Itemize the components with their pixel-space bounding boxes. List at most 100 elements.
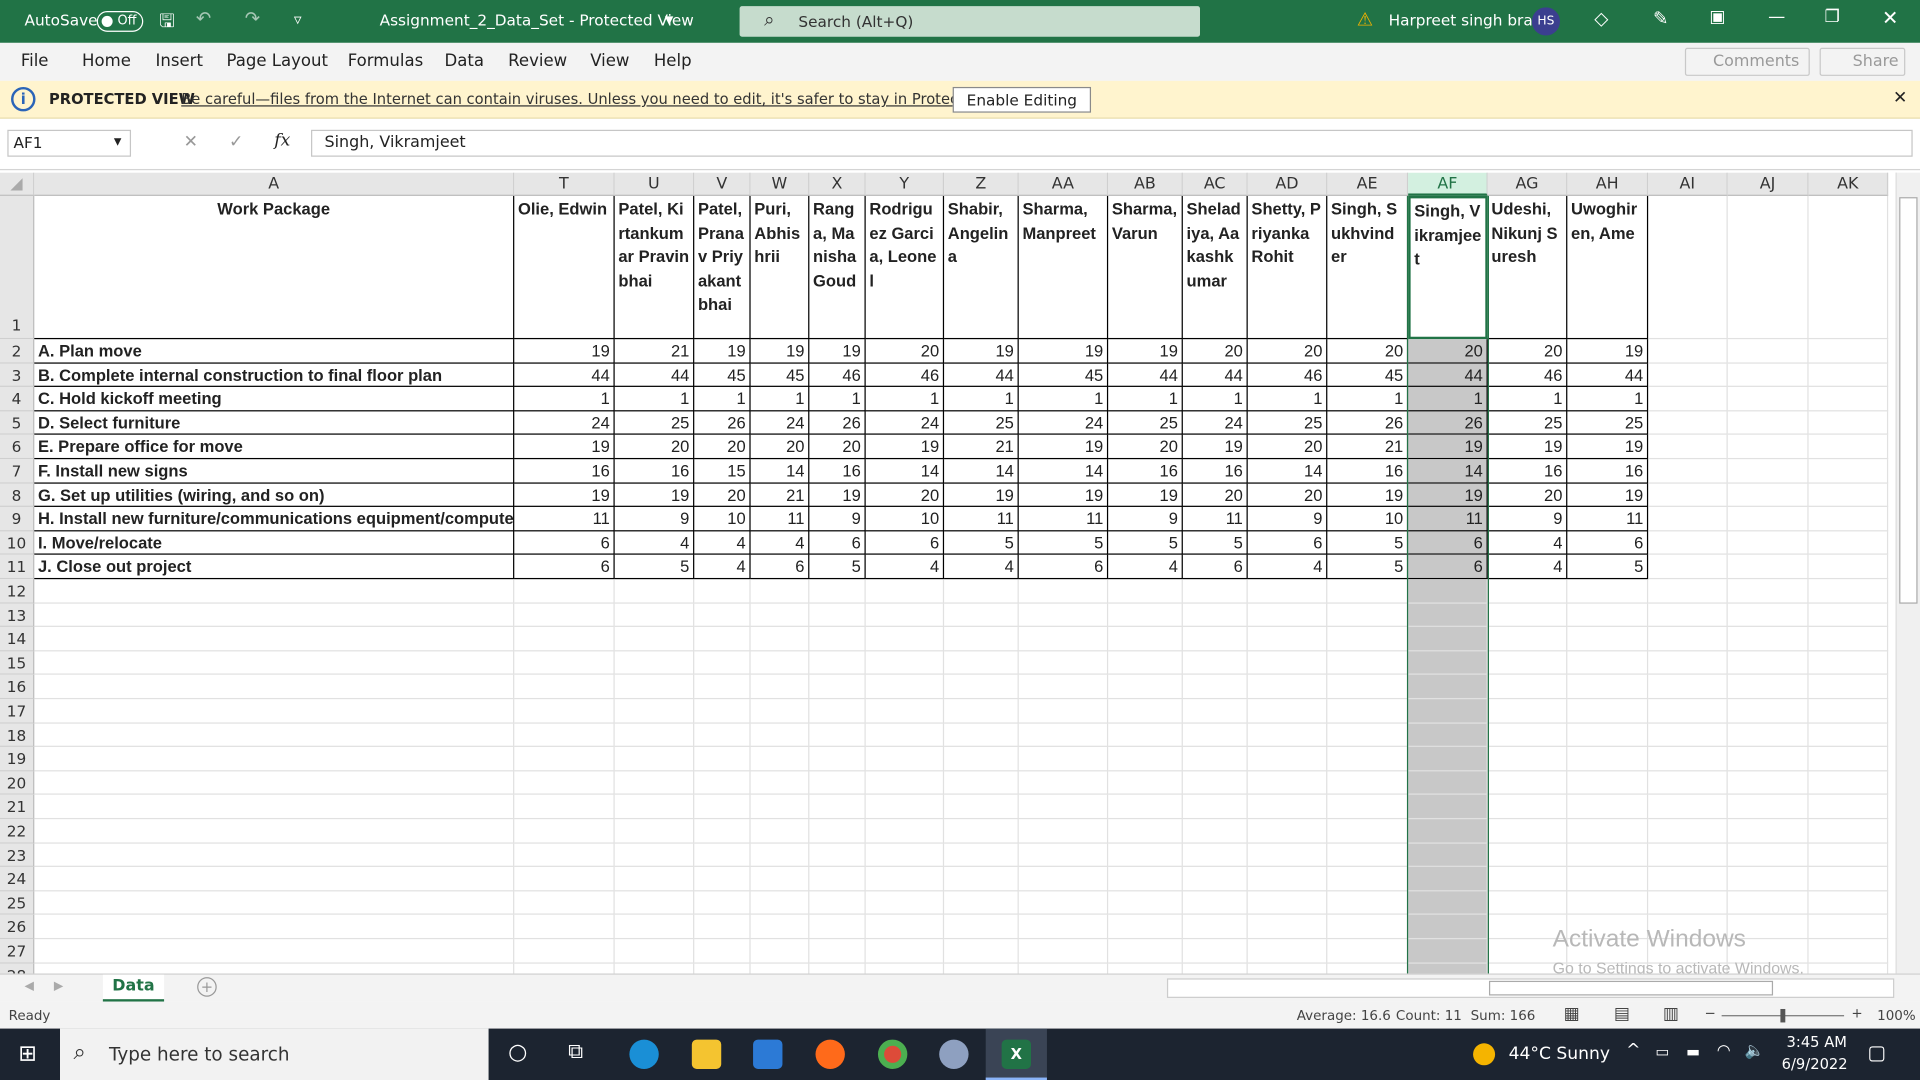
- minimize-icon[interactable]: —: [1768, 7, 1785, 27]
- formula-input[interactable]: Singh, Vikramjeet: [311, 129, 1913, 157]
- cell[interactable]: [34, 843, 515, 868]
- value-cell[interactable]: 26: [809, 411, 866, 436]
- cell[interactable]: [1408, 939, 1488, 964]
- cell[interactable]: [1648, 627, 1728, 652]
- cell[interactable]: [1648, 483, 1728, 508]
- value-cell[interactable]: 24: [514, 411, 615, 436]
- value-cell[interactable]: 16: [1327, 459, 1409, 484]
- value-cell[interactable]: 20: [809, 435, 866, 460]
- tab-data[interactable]: Data: [444, 51, 483, 71]
- cell[interactable]: [1018, 603, 1109, 628]
- cell[interactable]: [1108, 939, 1183, 964]
- cell[interactable]: [1327, 747, 1409, 772]
- value-cell[interactable]: 14: [944, 459, 1019, 484]
- cell[interactable]: [694, 819, 751, 844]
- cell[interactable]: [1727, 747, 1809, 772]
- value-cell[interactable]: 1: [1182, 387, 1248, 412]
- cell[interactable]: [1182, 819, 1248, 844]
- header-name[interactable]: Sharma, Manpreet: [1018, 195, 1109, 340]
- value-cell[interactable]: 11: [750, 507, 810, 532]
- cell[interactable]: [1487, 627, 1568, 652]
- cell[interactable]: [809, 939, 866, 964]
- cell[interactable]: [1648, 891, 1728, 916]
- value-cell[interactable]: 9: [809, 507, 866, 532]
- value-cell[interactable]: 20: [1487, 483, 1568, 508]
- cell[interactable]: [1808, 411, 1889, 436]
- cell[interactable]: [694, 843, 751, 868]
- cell[interactable]: [694, 699, 751, 724]
- value-cell[interactable]: 46: [809, 363, 866, 388]
- row-label[interactable]: H. Install new furniture/communications …: [34, 507, 515, 532]
- cell[interactable]: [1108, 579, 1183, 604]
- value-cell[interactable]: 1: [865, 387, 945, 412]
- value-cell[interactable]: 25: [1247, 411, 1328, 436]
- cell[interactable]: [1182, 843, 1248, 868]
- taskbar-search-input[interactable]: Type here to search: [60, 1028, 489, 1080]
- cell[interactable]: [34, 747, 515, 772]
- column-header-ac[interactable]: AC: [1182, 172, 1248, 196]
- cell[interactable]: [694, 675, 751, 700]
- cell[interactable]: [614, 723, 695, 748]
- cell[interactable]: [750, 819, 810, 844]
- cell[interactable]: [809, 603, 866, 628]
- value-cell[interactable]: 20: [865, 483, 945, 508]
- value-cell[interactable]: 19: [1018, 339, 1109, 364]
- row-header-6[interactable]: 6: [0, 435, 35, 460]
- prev-sheet-icon[interactable]: ◀: [24, 980, 33, 993]
- cell[interactable]: [944, 843, 1019, 868]
- value-cell[interactable]: 5: [1567, 555, 1649, 580]
- value-cell[interactable]: 19: [514, 339, 615, 364]
- cell[interactable]: [809, 723, 866, 748]
- cell[interactable]: [809, 675, 866, 700]
- value-cell[interactable]: 20: [614, 435, 695, 460]
- value-cell[interactable]: 20: [1247, 339, 1328, 364]
- tab-view[interactable]: View: [590, 51, 629, 71]
- value-cell[interactable]: 6: [1182, 555, 1248, 580]
- customize-toolbar-icon[interactable]: ▿: [294, 10, 302, 28]
- row-label[interactable]: C. Hold kickoff meeting: [34, 387, 515, 412]
- cell[interactable]: [865, 867, 945, 892]
- cell[interactable]: [1408, 603, 1488, 628]
- cell[interactable]: [1247, 603, 1328, 628]
- cell[interactable]: [865, 819, 945, 844]
- value-cell[interactable]: 11: [1182, 507, 1248, 532]
- cell[interactable]: [1327, 963, 1409, 974]
- header-name[interactable]: Shabir, Angelina: [944, 195, 1019, 340]
- value-cell[interactable]: 16: [1567, 459, 1649, 484]
- cell[interactable]: [1182, 651, 1248, 676]
- cell[interactable]: [1648, 651, 1728, 676]
- cell[interactable]: [1408, 699, 1488, 724]
- cell[interactable]: [1408, 675, 1488, 700]
- cell[interactable]: [751, 963, 810, 974]
- row-header-1[interactable]: 1: [0, 195, 35, 340]
- cell[interactable]: [750, 651, 810, 676]
- windows-start-icon[interactable]: ⊞: [18, 1041, 36, 1067]
- document-title[interactable]: Assignment_2_Data_Set - Protected View: [380, 11, 694, 29]
- cell[interactable]: [34, 723, 515, 748]
- cell[interactable]: [34, 795, 515, 820]
- cell[interactable]: [1408, 723, 1488, 748]
- autosave-toggle[interactable]: Off: [96, 11, 144, 32]
- cell[interactable]: [750, 771, 810, 796]
- cell[interactable]: [1567, 675, 1649, 700]
- cell[interactable]: [1808, 363, 1889, 388]
- header-name[interactable]: Udeshi, Nikunj Suresh: [1487, 195, 1568, 340]
- cell[interactable]: [1487, 651, 1568, 676]
- row-header-4[interactable]: 4: [0, 387, 35, 412]
- enter-icon[interactable]: ✓: [229, 132, 243, 152]
- value-cell[interactable]: 5: [1018, 531, 1109, 556]
- cell[interactable]: [514, 915, 615, 940]
- value-cell[interactable]: 20: [1247, 435, 1328, 460]
- cell[interactable]: [1727, 483, 1809, 508]
- cell[interactable]: [694, 579, 751, 604]
- cell[interactable]: [1808, 939, 1889, 964]
- cell[interactable]: [1648, 531, 1728, 556]
- cell[interactable]: [1108, 603, 1183, 628]
- cell[interactable]: [614, 771, 695, 796]
- value-cell[interactable]: 16: [809, 459, 866, 484]
- value-cell[interactable]: 24: [865, 411, 945, 436]
- row-header-9[interactable]: 9: [0, 507, 35, 532]
- cell[interactable]: [809, 963, 866, 974]
- value-cell[interactable]: 4: [750, 531, 810, 556]
- cell[interactable]: [944, 771, 1019, 796]
